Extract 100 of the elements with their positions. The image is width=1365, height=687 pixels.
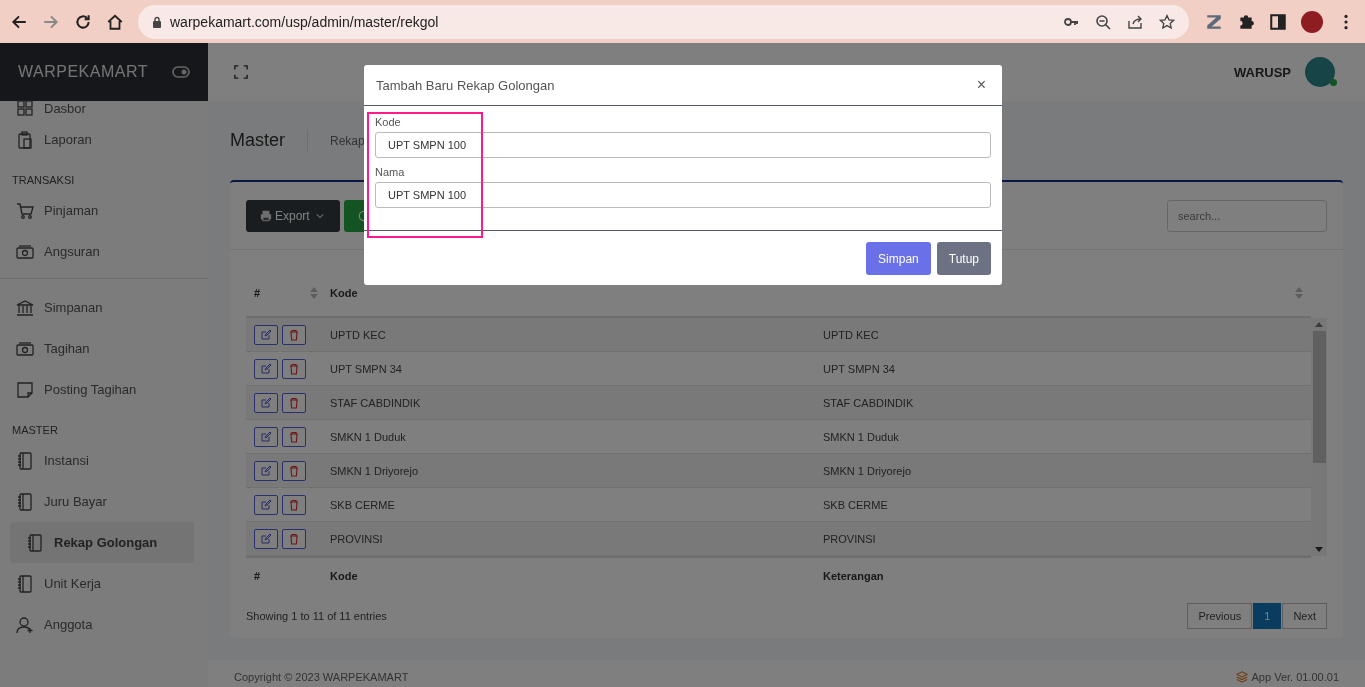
puzzle-icon[interactable]	[1237, 12, 1255, 31]
page-button[interactable]: Previous	[1187, 603, 1253, 629]
edit-icon	[260, 362, 272, 375]
url-text: warpekamart.com/usp/admin/master/rekgol	[170, 13, 439, 30]
sidebar-item[interactable]: Instansi	[0, 440, 208, 481]
edit-button[interactable]	[254, 324, 278, 345]
delete-button[interactable]	[282, 358, 306, 379]
notebook-icon	[16, 492, 34, 511]
column-footer: Keterangan	[823, 570, 1311, 582]
sidebar-item[interactable]: Angsuran	[0, 231, 208, 272]
table-cell-text: SMKN 1 Driyorejo	[330, 464, 420, 477]
printer-icon	[260, 209, 272, 222]
trash-icon	[288, 430, 300, 443]
copyright-text: Copyright © 2023 WARPEKAMART	[234, 671, 409, 683]
section-heading: TRANSAKSI	[11, 173, 76, 188]
reload-icon[interactable]	[74, 12, 92, 31]
address-bar[interactable]: warpekamart.com/usp/admin/master/rekgol	[138, 4, 1189, 39]
table-cell-text: SMKN 1 Duduk	[330, 430, 407, 443]
delete-button[interactable]	[282, 426, 306, 447]
save-button[interactable]: Simpan	[866, 242, 931, 275]
close-button[interactable]: ×	[972, 76, 990, 94]
edit-icon	[260, 464, 272, 477]
close-button[interactable]: Tutup	[936, 242, 991, 275]
field-label: Kode	[375, 116, 402, 128]
toggle-icon[interactable]	[172, 66, 190, 78]
sidebar-item[interactable]: Anggota	[0, 604, 208, 645]
table-cell-text: STAF CABDINDIK	[823, 396, 915, 409]
table-cell-text: SMKN 1 Driyorejo	[823, 464, 913, 477]
sidebar-item[interactable]: Tagihan	[0, 328, 208, 369]
sidebar-item[interactable]: Simpanan	[0, 287, 208, 328]
edit-button[interactable]	[254, 528, 278, 549]
search-field[interactable]: search...	[1167, 199, 1327, 232]
sidebar-item[interactable]: Juru Bayar	[0, 481, 208, 522]
scroll-down-icon[interactable]	[1315, 547, 1323, 552]
page-button[interactable]: Next	[1282, 603, 1327, 629]
scroll-thumb[interactable]	[1312, 331, 1326, 463]
sidebar-item[interactable]: Posting Tagihan	[0, 369, 208, 410]
delete-button[interactable]	[282, 494, 306, 515]
edit-button[interactable]	[254, 392, 278, 413]
dialog-title: Tambah Baru Rekap Golongan	[376, 77, 556, 93]
user-avatar[interactable]	[1305, 57, 1335, 87]
table-cell-text: SKB CERME	[823, 498, 889, 511]
sidebar-item[interactable]: Unit Kerja	[0, 563, 208, 604]
breadcrumb[interactable]: Rekap	[308, 133, 365, 148]
sidebar-item[interactable]: Pinjaman	[0, 190, 208, 231]
input-field[interactable]: UPT SMPN 100	[375, 182, 991, 208]
export-button[interactable]: Export	[246, 199, 340, 232]
field-label: Nama	[375, 166, 406, 178]
table-cell-text: UPT SMPN 34	[823, 362, 896, 375]
sort-icon	[310, 287, 318, 299]
zoom-out-icon[interactable]	[1095, 13, 1111, 30]
table-cell-text: STAF CABDINDIK	[330, 396, 422, 409]
edit-icon	[260, 430, 272, 443]
column-header[interactable]: #	[246, 287, 330, 299]
share-icon[interactable]	[1127, 13, 1143, 30]
delete-button[interactable]	[282, 324, 306, 345]
delete-button[interactable]	[282, 528, 306, 549]
sort-icon	[1295, 287, 1303, 299]
edit-icon	[260, 532, 272, 545]
notebook-icon	[26, 533, 44, 552]
side-panel-icon[interactable]	[1269, 12, 1287, 31]
table-cell-text: UPTD KEC	[823, 328, 880, 341]
column-footer: #	[246, 570, 330, 582]
delete-button[interactable]	[282, 460, 306, 481]
layers-icon	[1235, 671, 1248, 683]
delete-button[interactable]	[282, 392, 306, 413]
column-header[interactable]: Kode	[330, 287, 823, 299]
sidebar-item[interactable]: Rekap Golongan	[10, 522, 194, 563]
extension-icon[interactable]	[1205, 12, 1223, 31]
star-icon[interactable]	[1159, 13, 1175, 30]
edit-button[interactable]	[254, 358, 278, 379]
edit-button[interactable]	[254, 460, 278, 481]
trash-icon	[288, 464, 300, 477]
lock-icon	[152, 15, 162, 28]
entries-info: Showing 1 to 11 of 11 entries	[246, 610, 387, 622]
edit-button[interactable]	[254, 494, 278, 515]
scroll-up-icon[interactable]	[1315, 322, 1323, 327]
profile-avatar[interactable]	[1301, 10, 1323, 33]
home-icon[interactable]	[106, 12, 124, 31]
brand-name: WARPEKAMART	[18, 63, 149, 81]
edit-icon	[260, 328, 272, 341]
table-cell-text: PROVINSI	[823, 532, 877, 545]
edit-button[interactable]	[254, 426, 278, 447]
grid-icon	[16, 99, 34, 117]
page-button[interactable]: 1	[1253, 603, 1282, 629]
scrollbar[interactable]	[1311, 318, 1327, 556]
edit-icon	[260, 498, 272, 511]
fullscreen-icon[interactable]	[234, 65, 248, 79]
trash-icon	[288, 362, 300, 375]
user-name[interactable]: WARUSP	[1233, 64, 1291, 80]
sidebar-item[interactable]: Laporan	[0, 119, 208, 160]
bank-icon	[16, 298, 34, 317]
page-title: Master	[230, 130, 308, 151]
notebook-icon	[16, 451, 34, 470]
version-text: App Ver. 01.00.01	[1251, 671, 1339, 683]
input-field[interactable]: UPT SMPN 100	[375, 132, 991, 158]
table-cell-text: UPT SMPN 34	[330, 362, 403, 375]
table-cell-text: UPTD KEC	[330, 328, 387, 341]
user-icon	[16, 615, 34, 634]
table-cell-text: PROVINSI	[330, 532, 384, 545]
